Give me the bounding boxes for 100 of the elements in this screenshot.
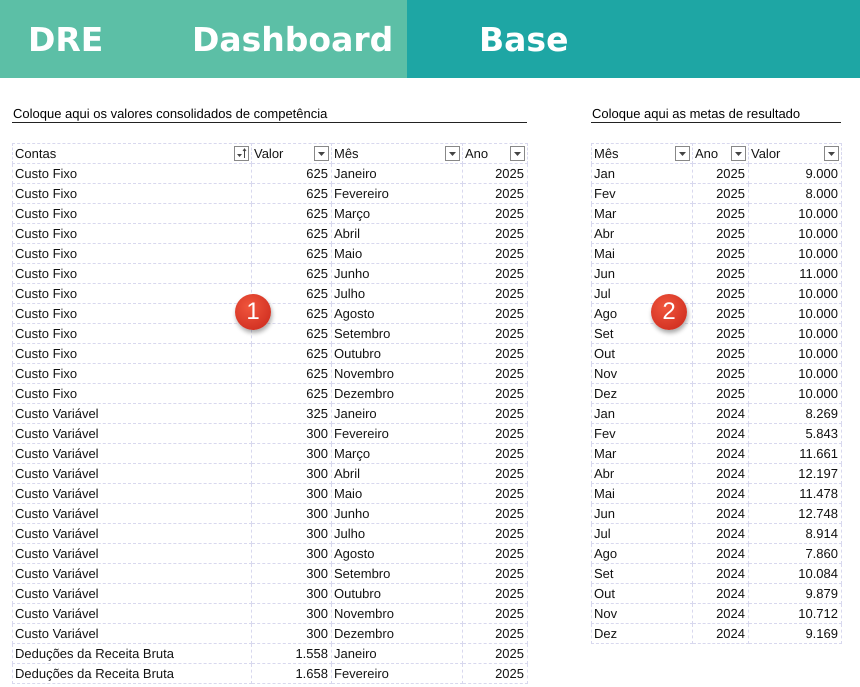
table-cell: 10.000	[748, 384, 842, 404]
table-cell: 2025	[462, 324, 528, 344]
table-cell: Custo Variável	[12, 584, 252, 604]
table-cell: Março	[332, 444, 462, 464]
table-cell: 10.000	[748, 284, 842, 304]
sheet-tab[interactable]: Dashboard	[160, 0, 407, 78]
column-header: Contas	[12, 144, 252, 164]
table-cell: 300	[252, 524, 332, 544]
table-cell: 2025	[692, 384, 748, 404]
table-cell: Setembro	[332, 564, 462, 584]
table-cell: 625	[252, 344, 332, 364]
filter-button[interactable]	[675, 146, 690, 161]
filter-button[interactable]	[234, 146, 249, 161]
table-cell: 7.860	[748, 544, 842, 564]
table-cell: Ago	[592, 544, 692, 564]
table-cell: 2025	[462, 264, 528, 284]
table-cell: 2025	[462, 564, 528, 584]
table-cell: Dez	[592, 384, 692, 404]
filter-button[interactable]	[445, 146, 460, 161]
table-cell: 300	[252, 424, 332, 444]
table-cell: Jun	[592, 264, 692, 284]
filter-button[interactable]	[314, 146, 329, 161]
table-cell: 2025	[692, 204, 748, 224]
table-cell: 9.879	[748, 584, 842, 604]
table-cell: 2024	[692, 464, 748, 484]
table-cell: 2025	[462, 384, 528, 404]
table-cell: 2024	[692, 504, 748, 524]
table-cell: 2025	[462, 204, 528, 224]
table-cell: 2025	[462, 424, 528, 444]
table-cell: Deduções da Receita Bruta	[12, 664, 252, 684]
table-cell: Novembro	[332, 604, 462, 624]
table-cell: Mar	[592, 204, 692, 224]
column-header: Mês	[332, 144, 462, 164]
table-cell: 2025	[462, 244, 528, 264]
table-cell: Maio	[332, 484, 462, 504]
filter-button[interactable]	[510, 146, 525, 161]
table-cell: 1.658	[252, 664, 332, 684]
table-cell: 2025	[692, 324, 748, 344]
table-cell: Fevereiro	[332, 184, 462, 204]
table-cell: 625	[252, 264, 332, 284]
table-cell: 11.478	[748, 484, 842, 504]
table-cell: 9.169	[748, 624, 842, 644]
table-cell: 2024	[692, 544, 748, 564]
table-cell: Março	[332, 204, 462, 224]
table-cell: 2025	[692, 364, 748, 384]
table-cell: 10.000	[748, 244, 842, 264]
table-cell: 300	[252, 564, 332, 584]
table-cell: Mar	[592, 444, 692, 464]
table-cell: Nov	[592, 364, 692, 384]
table-cell: Custo Fixo	[12, 384, 252, 404]
table-cell: 2025	[462, 664, 528, 684]
table-cell: Custo Fixo	[12, 204, 252, 224]
table-cell: Deduções da Receita Bruta	[12, 644, 252, 664]
filter-button[interactable]	[731, 146, 746, 161]
table-cell: 2024	[692, 404, 748, 424]
table-cell: 10.084	[748, 564, 842, 584]
table-cell: 10.000	[748, 224, 842, 244]
table-cell: 625	[252, 384, 332, 404]
table-cell: Outubro	[332, 344, 462, 364]
table-cell: 2025	[462, 164, 528, 184]
table-cell: Dezembro	[332, 384, 462, 404]
table-cell: 10.000	[748, 344, 842, 364]
table-cell: Agosto	[332, 304, 462, 324]
sheet-tab[interactable]: DRE	[0, 0, 160, 78]
table-cell: 2025	[462, 524, 528, 544]
table-cell: Abril	[332, 224, 462, 244]
table-cell: 2025	[462, 364, 528, 384]
table-cell: 2024	[692, 624, 748, 644]
table-cell: 300	[252, 444, 332, 464]
table-cell: 625	[252, 244, 332, 264]
table-cell: 2024	[692, 564, 748, 584]
table-cell: Jan	[592, 164, 692, 184]
table-cell: Custo Fixo	[12, 184, 252, 204]
table-cell: Fevereiro	[332, 664, 462, 684]
table-cell: 5.843	[748, 424, 842, 444]
table-cell: Fev	[592, 184, 692, 204]
table-cell: Custo Fixo	[12, 224, 252, 244]
table-cell: 325	[252, 404, 332, 424]
table-cell: Maio	[332, 244, 462, 264]
table-cell: Custo Variável	[12, 464, 252, 484]
column-header: Mês	[592, 144, 692, 164]
table-cell: 300	[252, 464, 332, 484]
table-cell: 2025	[462, 224, 528, 244]
table-cell: Dez	[592, 624, 692, 644]
table-cell: Julho	[332, 284, 462, 304]
table-cell: Junho	[332, 264, 462, 284]
table-cell: 8.914	[748, 524, 842, 544]
table-cell: 625	[252, 224, 332, 244]
table-cell: Custo Variável	[12, 604, 252, 624]
table-cell: 2025	[692, 344, 748, 364]
table-cell: 2025	[462, 464, 528, 484]
column-header: Ano	[692, 144, 748, 164]
table-cell: Custo Variável	[12, 544, 252, 564]
table-cell: Custo Fixo	[12, 164, 252, 184]
filter-button[interactable]	[824, 146, 839, 161]
section-title: Coloque aqui as metas de resultado	[591, 105, 841, 123]
table-cell: 2025	[462, 624, 528, 644]
table-cell: Fev	[592, 424, 692, 444]
table-cell: 2025	[462, 604, 528, 624]
table-cell: 2025	[462, 644, 528, 664]
